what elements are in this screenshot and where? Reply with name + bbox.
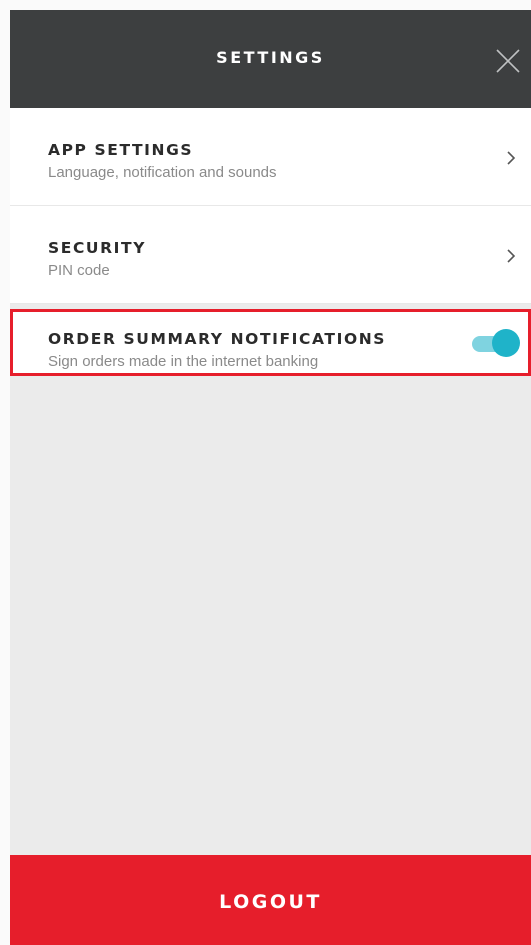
- close-button[interactable]: [493, 46, 523, 76]
- item-subtitle: Sign orders made in the internet banking: [48, 353, 319, 370]
- page-title: SETTINGS: [216, 48, 325, 67]
- item-subtitle: PIN code: [48, 262, 110, 279]
- app-frame: SETTINGS APP SETTINGS Language, notifica…: [0, 0, 531, 945]
- notifications-toggle[interactable]: [472, 329, 520, 357]
- item-subtitle: Language, notification and sounds: [48, 164, 277, 181]
- chevron-right-icon: [505, 248, 517, 264]
- settings-list: APP SETTINGS Language, notification and …: [10, 108, 531, 376]
- settings-item-security[interactable]: SECURITY PIN code: [10, 206, 531, 304]
- settings-item-app-settings[interactable]: APP SETTINGS Language, notification and …: [10, 108, 531, 206]
- toggle-knob: [492, 329, 520, 357]
- logout-button[interactable]: LOGOUT: [10, 855, 531, 945]
- item-title: APP SETTINGS: [48, 141, 194, 159]
- item-title: SECURITY: [48, 239, 147, 257]
- settings-item-order-summary-notifications: ORDER SUMMARY NOTIFICATIONS Sign orders …: [10, 309, 531, 376]
- close-icon: [496, 49, 520, 73]
- item-title: ORDER SUMMARY NOTIFICATIONS: [48, 330, 387, 348]
- chevron-right-icon: [505, 150, 517, 166]
- logout-label: LOGOUT: [219, 891, 322, 913]
- settings-screen: SETTINGS APP SETTINGS Language, notifica…: [10, 10, 531, 945]
- header-bar: SETTINGS: [10, 10, 531, 108]
